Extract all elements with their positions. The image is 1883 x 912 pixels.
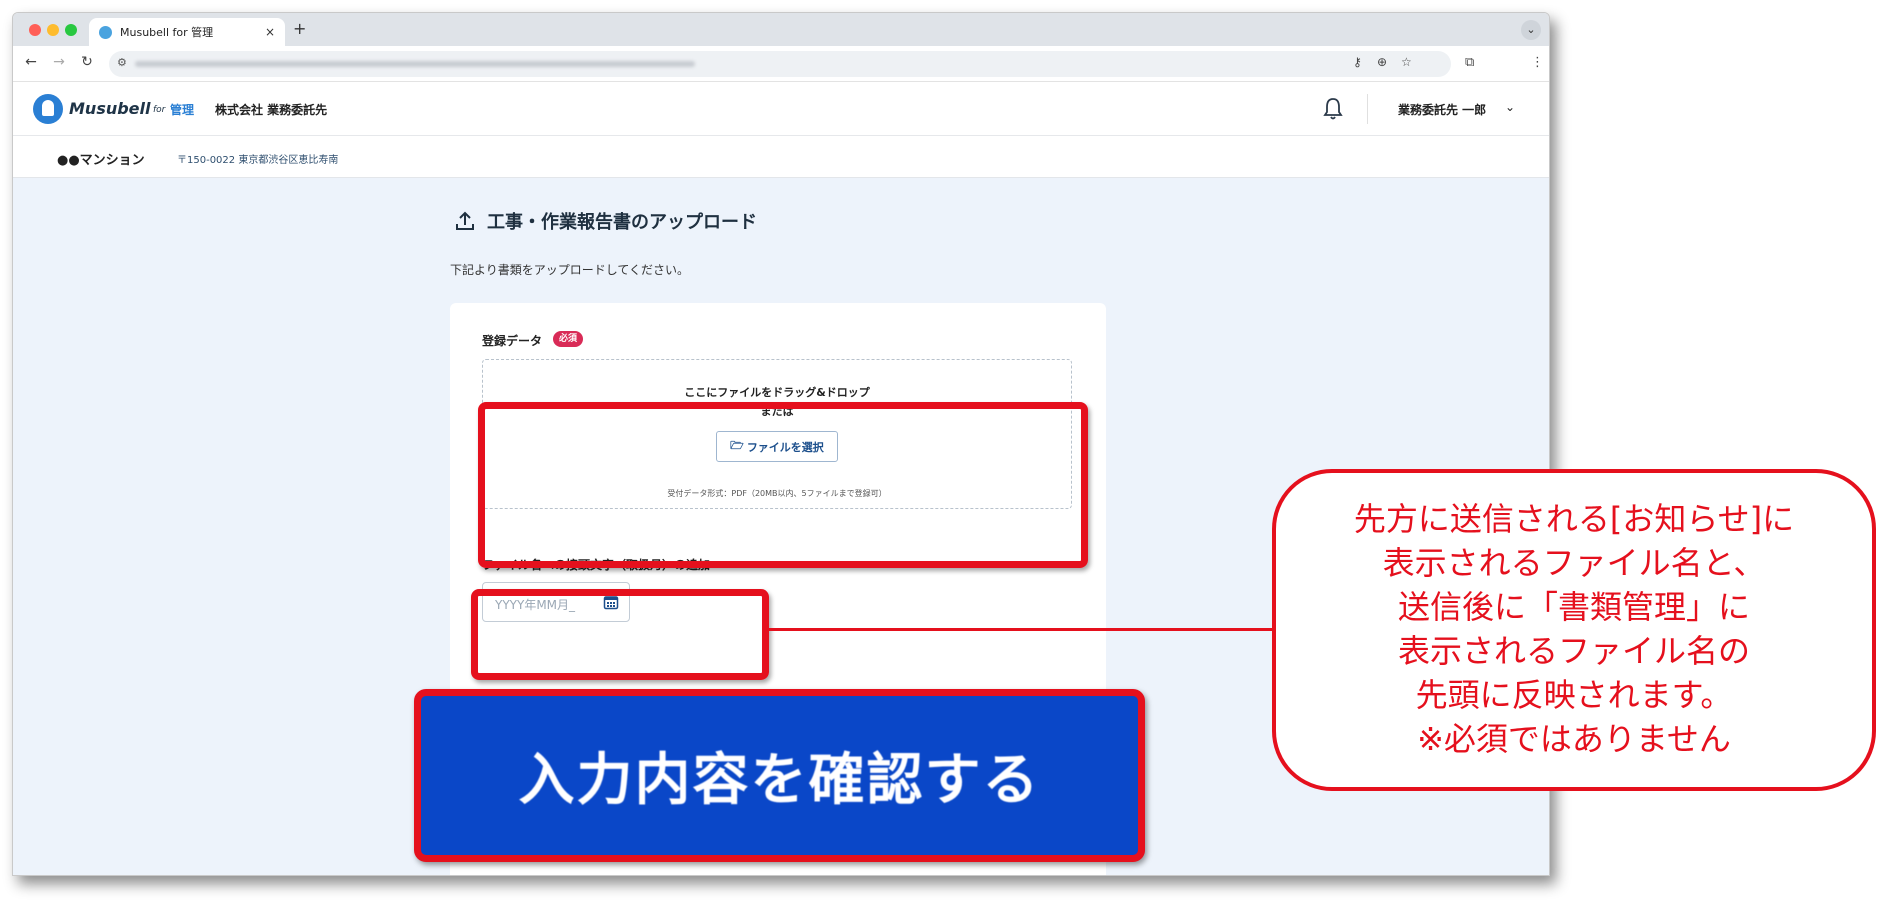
confirm-button-highlight: 入力内容を確認する — [414, 689, 1145, 862]
key-icon[interactable]: ⚷ — [1353, 55, 1362, 69]
company-name: 株式会社 業務委託先 — [215, 103, 328, 117]
chevron-down-icon[interactable]: ⌄ — [1505, 100, 1515, 114]
maximize-window-button[interactable] — [65, 24, 77, 36]
tab-title: Musubell for 管理 — [120, 26, 214, 39]
registration-data-label: 登録データ — [482, 334, 543, 348]
app-header: Musubell for 管理 株式会社 業務委託先 業務委託先 一郎 ⌄ — [13, 82, 1549, 136]
drop-instruction: ここにファイルをドラッグ&ドロップ — [684, 386, 870, 399]
browser-toolbar: ← → ↻ ⚙ ⚷ ⊕ ☆ ⧉ ⋮ — [13, 46, 1549, 82]
browser-tab[interactable]: Musubell for 管理 × — [89, 18, 285, 46]
logo-for-text: for — [153, 105, 166, 115]
favicon-icon — [99, 25, 112, 39]
back-arrow-icon[interactable]: ← — [21, 54, 41, 70]
bookmark-star-icon[interactable]: ☆ — [1401, 55, 1412, 69]
extensions-icon[interactable]: ⧉ — [1465, 55, 1474, 70]
property-name: ●●マンション — [57, 153, 145, 168]
tab-search-button[interactable]: ⌄ — [1521, 20, 1541, 40]
musubell-logo-icon[interactable] — [33, 94, 63, 124]
required-badge: 必須 — [553, 331, 584, 347]
prefix-input-highlight — [471, 589, 769, 680]
browser-menu-icon[interactable]: ⋮ — [1531, 55, 1544, 70]
page-title-row: 工事・作業報告書のアップロード — [453, 208, 757, 234]
site-settings-icon[interactable]: ⚙ — [117, 56, 127, 69]
upload-icon — [456, 211, 474, 230]
user-menu-name[interactable]: 業務委託先 一郎 — [1398, 101, 1486, 118]
annotation-callout: 先方に送信される[お知らせ]に 表示されるファイル名と、 送信後に「書類管理」に… — [1272, 469, 1876, 791]
drop-zone-highlight — [478, 402, 1088, 568]
property-address: 〒150-0022 東京都渋谷区恵比寿南 — [177, 155, 339, 166]
callout-text: 先方に送信される[お知らせ]に 表示されるファイル名と、 送信後に「書類管理」に… — [1353, 500, 1795, 758]
zoom-icon[interactable]: ⊕ — [1377, 55, 1387, 69]
browser-tab-bar: Musubell for 管理 × + ⌄ — [13, 13, 1549, 46]
new-tab-button[interactable]: + — [293, 19, 306, 38]
logo-text: Musubell — [69, 99, 151, 118]
tab-close-icon[interactable]: × — [265, 25, 275, 39]
header-divider — [1367, 94, 1368, 124]
close-window-button[interactable] — [29, 24, 41, 36]
blurred-url — [135, 61, 695, 67]
reload-icon[interactable]: ↻ — [77, 54, 97, 70]
notification-bell-icon[interactable] — [1321, 96, 1345, 122]
callout-connector-line — [769, 628, 1272, 631]
page-title: 工事・作業報告書のアップロード — [487, 212, 757, 233]
property-bar: ●●マンション 〒150-0022 東京都渋谷区恵比寿南 — [13, 136, 1549, 178]
confirm-input-button[interactable]: 入力内容を確認する — [421, 696, 1138, 855]
minimize-window-button[interactable] — [47, 24, 59, 36]
logo-kanri-text: 管理 — [170, 103, 195, 117]
page-description: 下記より書類をアップロードしてください。 — [450, 263, 690, 277]
forward-arrow-icon[interactable]: → — [49, 54, 69, 70]
address-bar[interactable]: ⚙ ⚷ ⊕ ☆ — [109, 51, 1451, 77]
